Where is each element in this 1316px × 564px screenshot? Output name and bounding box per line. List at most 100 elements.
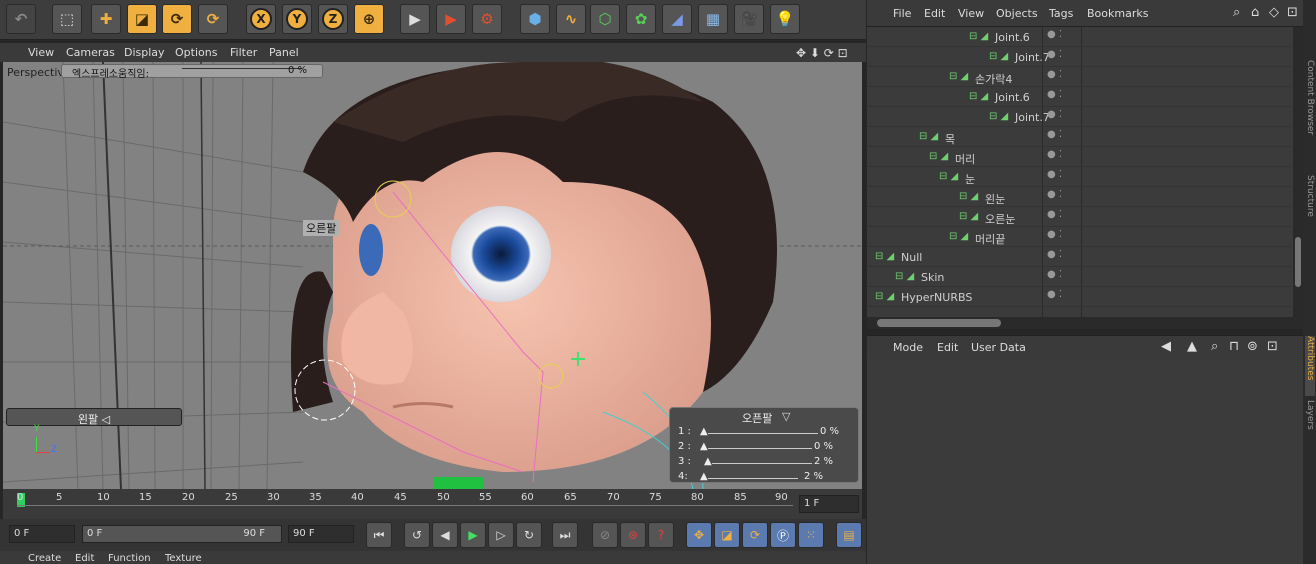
- viewport-perspective[interactable]: Perspective 엑스프레소움직임: 0 % 오른팔 왼팔 ◁ Y Z 오…: [3, 62, 862, 489]
- object-name[interactable]: Joint.6: [995, 31, 1030, 44]
- object-icon[interactable]: ⊟ ◢: [875, 251, 894, 262]
- subdivision-icon[interactable]: ⬡: [590, 4, 620, 34]
- deformer-icon[interactable]: ◢: [662, 4, 692, 34]
- next-frame-icon[interactable]: ▷: [488, 522, 514, 548]
- range-slider[interactable]: 0 F 90 F: [82, 525, 282, 543]
- open-arm-dropdown-icon[interactable]: ▽: [782, 410, 790, 423]
- menu-function[interactable]: Function: [108, 553, 151, 564]
- object-icon[interactable]: ⊟ ◢: [895, 271, 914, 282]
- menu-filter[interactable]: Filter: [230, 46, 257, 59]
- search-icon[interactable]: ⌕: [1233, 5, 1240, 20]
- object-icon[interactable]: ⊟ ◢: [959, 191, 978, 202]
- object-row[interactable]: ⊟ ◢ 왼눈 ● ⁚: [867, 187, 1291, 207]
- object-row[interactable]: ⊟ ◢ 오른눈 ● ⁚: [867, 207, 1291, 227]
- object-icon[interactable]: ⊟ ◢: [989, 111, 1008, 122]
- object-tree[interactable]: ⊟ ◢ Joint.6 ● ⁚ ⊟ ◢ Joint.7 ● ⁚ ⊟ ◢ 손가락4 ● ⁚ ⊟ ◢ J…: [867, 27, 1303, 329]
- object-name[interactable]: Joint.7: [1015, 51, 1050, 64]
- play-icon[interactable]: ▶: [460, 522, 486, 548]
- object-name[interactable]: 손가락4: [975, 71, 1012, 87]
- y-axis-lock-icon[interactable]: Y: [282, 4, 312, 34]
- menu-view[interactable]: View: [28, 46, 54, 59]
- menu-file[interactable]: File: [893, 7, 911, 20]
- cube-icon[interactable]: ⬢: [520, 4, 550, 34]
- visibility-dots[interactable]: ● ⁚: [1047, 29, 1062, 40]
- layout-icon[interactable]: ◇: [1269, 5, 1279, 20]
- back-arrow-icon[interactable]: ◀: [1161, 339, 1171, 354]
- tab-content-browser[interactable]: Content Browser: [1305, 60, 1315, 170]
- visibility-dots[interactable]: ● ⁚: [1047, 229, 1062, 240]
- object-name[interactable]: Null: [901, 251, 922, 264]
- visibility-dots[interactable]: ● ⁚: [1047, 109, 1062, 120]
- live-selection-icon[interactable]: ⬚: [52, 4, 82, 34]
- menu-cameras[interactable]: Cameras: [66, 46, 115, 59]
- move-icon[interactable]: ✚: [91, 4, 121, 34]
- key-position-icon[interactable]: ✥: [686, 522, 712, 548]
- search-icon[interactable]: ⌕: [1211, 339, 1218, 354]
- object-icon[interactable]: ⊟ ◢: [949, 231, 968, 242]
- coordinate-system-icon[interactable]: ⊕: [354, 4, 384, 34]
- menu-texture[interactable]: Texture: [165, 553, 202, 564]
- autokey-icon[interactable]: ⊛: [620, 522, 646, 548]
- object-row[interactable]: ⊟ ◢ 머리 ● ⁚: [867, 147, 1291, 167]
- menu-bookmarks[interactable]: Bookmarks: [1087, 7, 1148, 20]
- blend-slider-1[interactable]: 1 : ▲ 0 %: [678, 426, 858, 440]
- vscrollbar-thumb[interactable]: [1295, 237, 1301, 287]
- object-name[interactable]: Joint.7: [1015, 111, 1050, 124]
- object-icon[interactable]: ⊟ ◢: [875, 291, 894, 302]
- object-name[interactable]: 머리끝: [975, 231, 1005, 247]
- visibility-dots[interactable]: ● ⁚: [1047, 249, 1062, 260]
- next-key-icon[interactable]: ↻: [516, 522, 542, 548]
- menu-user-data[interactable]: User Data: [971, 341, 1026, 354]
- scrollbar-thumb[interactable]: [877, 319, 1001, 327]
- go-to-end-icon[interactable]: ⏭: [552, 522, 578, 548]
- visibility-dots[interactable]: ● ⁚: [1047, 69, 1062, 80]
- object-icon[interactable]: ⊟ ◢: [929, 151, 948, 162]
- object-icon[interactable]: ⊟ ◢: [969, 91, 988, 102]
- object-row[interactable]: ⊟ ◢ Joint.6 ● ⁚: [867, 87, 1291, 107]
- menu-create[interactable]: Create: [28, 553, 61, 564]
- camera-icon[interactable]: 🎥: [734, 4, 764, 34]
- object-name[interactable]: 왼눈: [985, 191, 1005, 207]
- tab-attributes[interactable]: Attributes: [1305, 336, 1315, 396]
- object-row[interactable]: ⊟ ◢ Skin ● ⁚: [867, 267, 1291, 287]
- undo-icon[interactable]: ↶: [6, 4, 36, 34]
- visibility-dots[interactable]: ● ⁚: [1047, 269, 1062, 280]
- object-row[interactable]: ⊟ ◢ 눈 ● ⁚: [867, 167, 1291, 187]
- menu-mode[interactable]: Mode: [893, 341, 923, 354]
- render-to-picture-viewer-icon[interactable]: ▶: [436, 4, 466, 34]
- menu-tags[interactable]: Tags: [1049, 7, 1073, 20]
- menu-panel[interactable]: Panel: [269, 46, 299, 59]
- blend-slider-2[interactable]: 2 : ▲ 0 %: [678, 441, 858, 455]
- start-frame-field[interactable]: 0 F: [9, 525, 75, 543]
- floor-icon[interactable]: ▦: [698, 4, 728, 34]
- object-name[interactable]: 목: [945, 131, 955, 147]
- expresso-slider[interactable]: 엑스프레소움직임: 0 %: [61, 64, 323, 80]
- object-row[interactable]: ⊟ ◢ 목 ● ⁚: [867, 127, 1291, 147]
- spline-pen-icon[interactable]: ∿: [556, 4, 586, 34]
- blend-slider-4[interactable]: 4: ▲ 2 %: [678, 471, 858, 485]
- horizontal-scrollbar[interactable]: [867, 317, 1303, 329]
- x-axis-lock-icon[interactable]: X: [246, 4, 276, 34]
- render-view-icon[interactable]: ▶: [400, 4, 430, 34]
- record-keys-icon[interactable]: ⊘: [592, 522, 618, 548]
- visibility-dots[interactable]: ● ⁚: [1047, 49, 1062, 60]
- menu-view[interactable]: View: [958, 7, 984, 20]
- go-to-start-icon[interactable]: ⏮: [366, 522, 392, 548]
- lock-icon[interactable]: ⊓: [1229, 339, 1239, 354]
- key-pla-icon[interactable]: ⁙: [798, 522, 824, 548]
- visibility-dots[interactable]: ● ⁚: [1047, 149, 1062, 160]
- object-row[interactable]: ⊟ ◢ Joint.7 ● ⁚: [867, 47, 1291, 67]
- render-settings-icon[interactable]: ⚙: [472, 4, 502, 34]
- settings-icon[interactable]: ⊚: [1247, 339, 1258, 354]
- rotate-icon[interactable]: ⟳: [162, 4, 192, 34]
- menu-edit[interactable]: Edit: [924, 7, 945, 20]
- object-icon[interactable]: ⊟ ◢: [959, 211, 978, 222]
- visibility-dots[interactable]: ● ⁚: [1047, 169, 1062, 180]
- viewport-nav-icons[interactable]: ✥ ⬇ ⟳ ⊡: [796, 46, 848, 60]
- menu-edit[interactable]: Edit: [937, 341, 958, 354]
- object-name[interactable]: Joint.6: [995, 91, 1030, 104]
- light-icon[interactable]: 💡: [770, 4, 800, 34]
- object-icon[interactable]: ⊟ ◢: [919, 131, 938, 142]
- timeline-ruler[interactable]: 0 5 10 15 20 25 30 35 40 45 50 55 60 65 …: [3, 489, 862, 519]
- object-name[interactable]: HyperNURBS: [901, 291, 972, 304]
